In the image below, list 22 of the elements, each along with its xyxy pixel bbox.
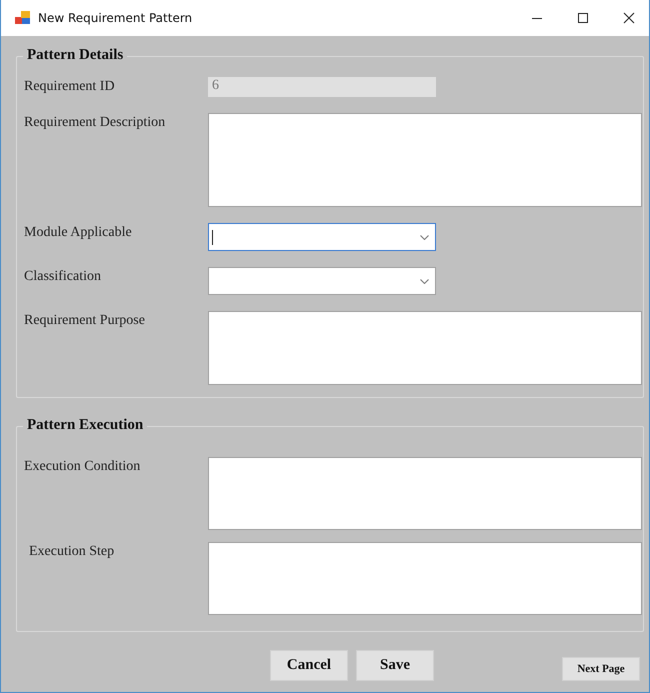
action-button[interactable]: Cancel: [270, 650, 348, 681]
maximize-icon[interactable]: [577, 12, 589, 24]
action-button[interactable]: Save: [356, 650, 434, 681]
field-label: Module Applicable: [24, 224, 133, 241]
field-label: Classification: [24, 268, 102, 285]
chevron-down-icon: [420, 279, 429, 284]
text-area[interactable]: [208, 542, 642, 615]
field-label: Execution Condition: [24, 458, 142, 475]
text-area[interactable]: [208, 113, 642, 207]
next-page-button[interactable]: Next Page: [562, 657, 640, 681]
field-label: Requirement Purpose: [24, 312, 146, 329]
dropdown-field[interactable]: [208, 223, 436, 251]
field-label: Requirement Description: [24, 114, 166, 131]
text-area[interactable]: [208, 457, 642, 530]
close-icon[interactable]: [623, 12, 635, 24]
field-label: Execution Step: [28, 543, 116, 560]
app-icon: [15, 11, 31, 25]
text-area[interactable]: [208, 311, 642, 385]
field-label: Requirement ID: [24, 78, 116, 95]
chevron-down-icon: [420, 235, 429, 240]
window-title: New Requirement Pattern: [38, 11, 192, 25]
dropdown-field[interactable]: [208, 267, 436, 295]
